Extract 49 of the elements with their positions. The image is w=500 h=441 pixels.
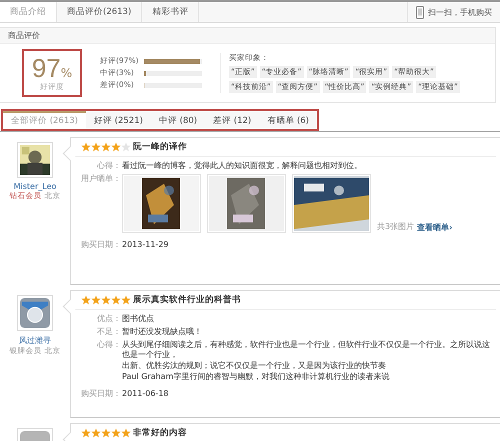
purchase-date: 2013-11-29 [122,240,168,250]
tab[interactable]: 商品评价(2613) [57,2,142,22]
star-icon [91,142,101,152]
star-icon [101,142,111,152]
review-text: 出新、优胜劣汰的规则；说它不仅仅是一个行业，又是因为该行业的快节奏 [122,361,387,371]
percent-sign: % [60,66,72,80]
field-label: 购买日期： [80,240,121,250]
field-label: 心得： [96,161,121,171]
star-icon [111,295,121,305]
review-text: 看过阮一峰的博客，觉得此人的知识面很宽，解释问题也相对到位。 [122,161,362,171]
user-name[interactable]: Mister_Leo [14,182,56,191]
star-icon [91,295,101,305]
star-icon [91,428,101,438]
filter-tab[interactable]: 差评 (12) [205,111,260,129]
field-label: 心得： [96,340,121,350]
field-label: 不足： [96,327,121,337]
star-icon [81,142,91,152]
star-icon [111,142,121,152]
mobile-purchase-link[interactable]: 扫一扫，手机购买 [407,2,500,22]
star-icon [101,295,111,305]
purchase-date: 2011-06-18 [122,389,168,399]
field-label: 优点： [96,314,121,324]
star-icon [121,295,131,305]
score-value: 97 [32,54,61,82]
photo-count: 共3张图片 [377,222,414,233]
review-text: Paul Graham字里行间的睿智与幽默，对我们这种非计算机行业的读者来说 [122,372,390,382]
review-text: 暂时还没发现缺点哦！ [122,327,202,337]
filter-tab[interactable]: 好评 (2521) [86,111,151,129]
review-title: 展示真实软件行业的科普书 [133,294,241,306]
user-name[interactable]: 风过潍寻 [19,335,51,346]
field-label: 用户晒单： [80,174,121,184]
star-icon [101,428,111,438]
star-icon [121,142,131,152]
star-icon [121,428,131,438]
review-text: 图书优点 [122,314,154,324]
star-icon [81,295,91,305]
filter-tab[interactable]: 有晒单 (6) [259,111,317,129]
review-text: 从头到尾仔细阅读之后，有种感觉，软件行业也是一个行业，但软件行业不仅仅是一个行业。之所以说这也是一个行业， [122,340,491,360]
review-title: 非常好的内容 [133,427,187,439]
tab[interactable]: 精彩书评 [142,2,200,22]
section-title: 商品评价 [8,30,40,41]
star-icon [111,428,121,438]
star-icon [81,428,91,438]
filter-tab[interactable]: 中评 (80) [150,111,206,129]
field-label: 购买日期： [80,389,121,399]
phone-icon [416,6,424,18]
avatar-icon [20,298,50,328]
view-photos-link[interactable]: 查看晒单› [417,222,452,233]
review-title: 阮一峰的译作 [133,141,187,153]
